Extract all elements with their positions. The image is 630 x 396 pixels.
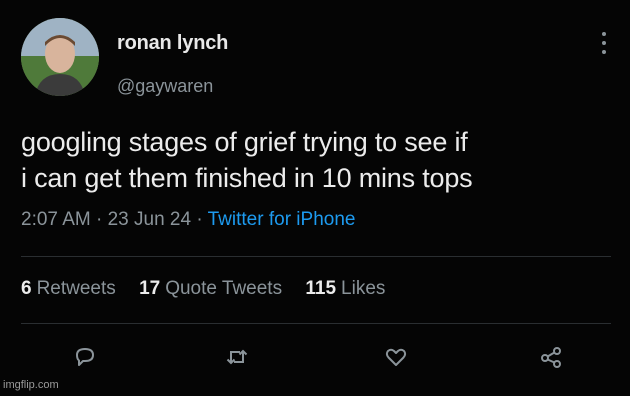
tweet-date[interactable]: 23 Jun 24	[108, 209, 191, 230]
display-name[interactable]: ronan lynch	[117, 32, 228, 55]
quote-tweets-stat[interactable]: 17 Quote Tweets	[139, 278, 282, 299]
watermark: imgflip.com	[3, 379, 59, 391]
share-icon	[541, 347, 561, 368]
tweet-time[interactable]: 2:07 AM	[21, 209, 91, 230]
divider	[21, 323, 611, 324]
reply-button[interactable]	[70, 342, 100, 372]
avatar[interactable]	[21, 18, 99, 96]
divider	[21, 256, 611, 257]
retweets-count: 6	[21, 278, 32, 299]
tweet-card: ronan lynch @gaywaren googling stages of…	[0, 0, 630, 396]
likes-count: 115	[305, 278, 337, 299]
quotes-label: Quote Tweets	[165, 278, 283, 299]
more-options-icon[interactable]	[596, 28, 612, 58]
engagement-stats: 6 Retweets 17 Quote Tweets 115 Likes	[21, 278, 403, 300]
tweet-text-line: googling stages of grief trying to see i…	[21, 127, 468, 157]
user-handle[interactable]: @gaywaren	[117, 76, 213, 97]
share-button[interactable]	[536, 342, 566, 372]
tweet-meta: 2:07 AM · 23 Jun 24 · Twitter for iPhone	[21, 209, 355, 231]
retweet-icon	[226, 349, 248, 365]
heart-icon	[385, 348, 407, 366]
likes-label: Likes	[341, 278, 386, 299]
likes-stat[interactable]: 115 Likes	[305, 278, 385, 299]
retweet-button[interactable]	[222, 342, 252, 372]
retweets-label: Retweets	[36, 278, 116, 299]
tweet-text: googling stages of grief trying to see i…	[21, 124, 621, 196]
like-button[interactable]	[381, 342, 411, 372]
tweet-text-line: i can get them finished in 10 mins tops	[21, 163, 473, 193]
tweet-source-link[interactable]: Twitter for iPhone	[208, 209, 356, 230]
quotes-count: 17	[139, 278, 161, 299]
meta-separator: ·	[96, 209, 108, 230]
meta-separator: ·	[196, 209, 208, 230]
retweets-stat[interactable]: 6 Retweets	[21, 278, 116, 299]
reply-icon	[76, 348, 94, 366]
avatar-photo	[21, 18, 99, 96]
